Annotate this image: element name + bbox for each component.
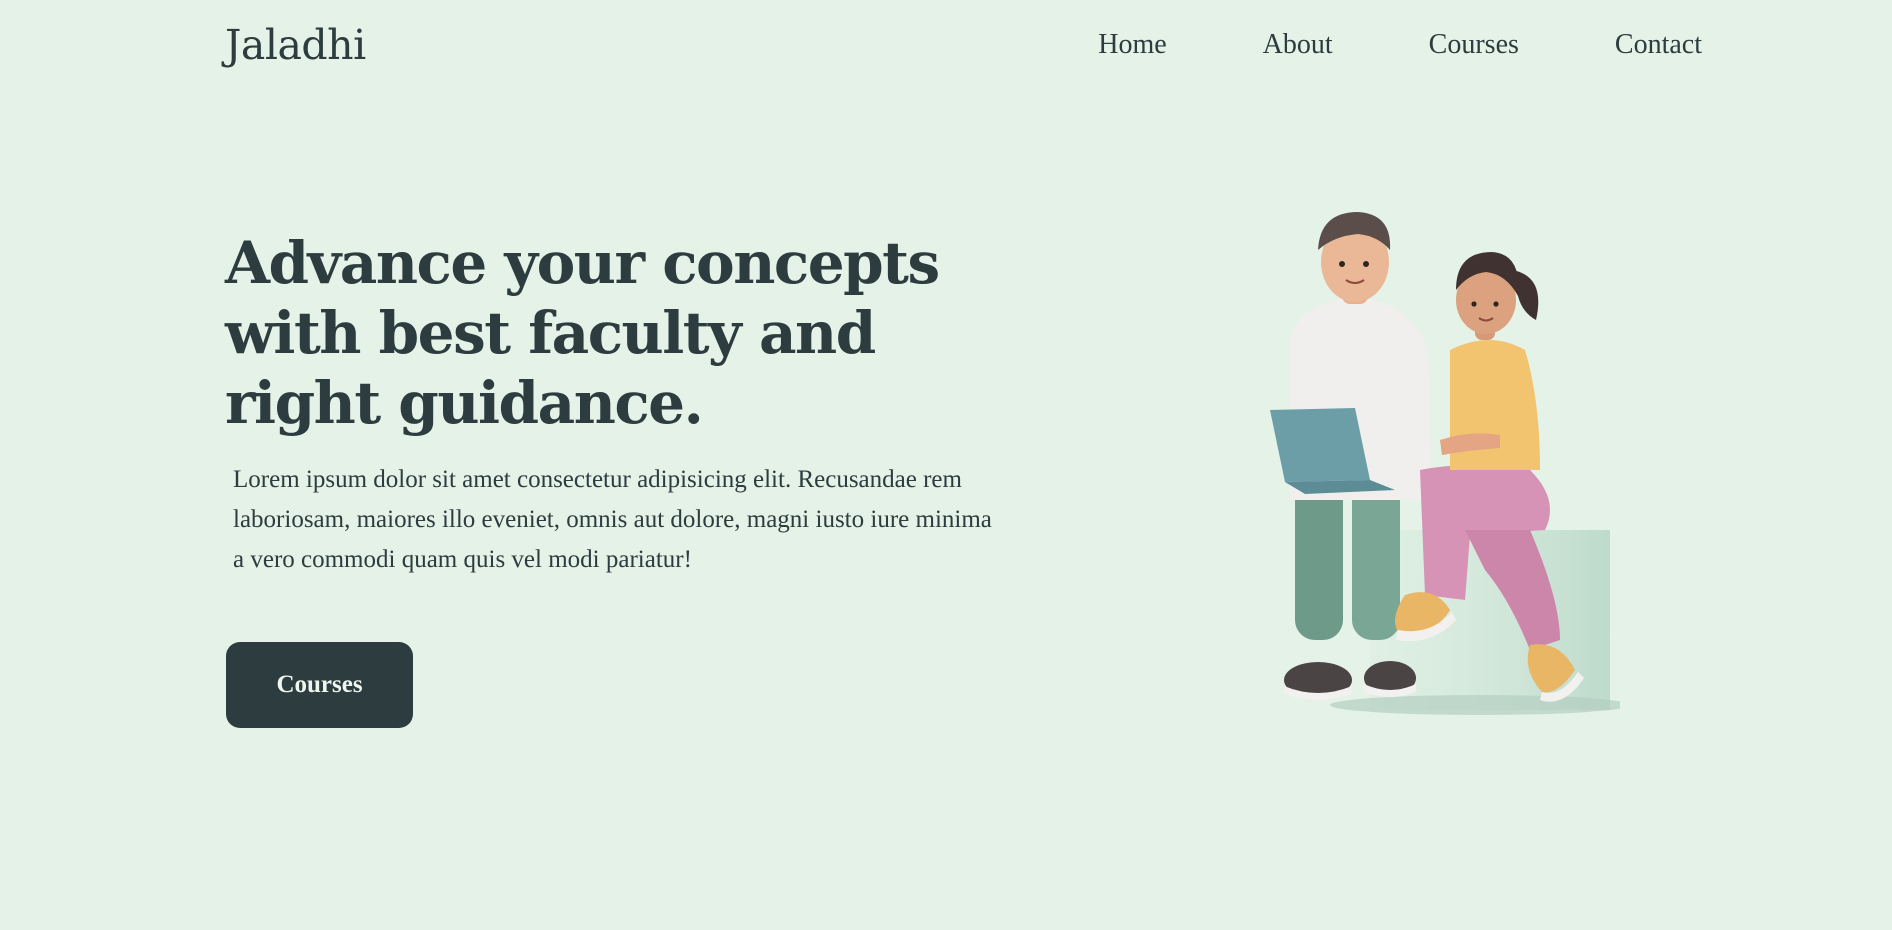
brand-logo[interactable]: Jaladhi (225, 21, 366, 69)
nav-link-home[interactable]: Home (1098, 29, 1166, 61)
students-with-laptop-illustration (1260, 200, 1630, 720)
hero-title: Advance your concepts with best faculty … (225, 229, 940, 437)
nav-link-courses[interactable]: Courses (1429, 29, 1519, 61)
nav-link-contact[interactable]: Contact (1615, 29, 1702, 61)
hero-section: Advance your concepts with best faculty … (225, 228, 1015, 580)
nav-links: Home About Courses Contact (1098, 29, 1702, 61)
navbar: Jaladhi Home About Courses Contact (225, 18, 1702, 72)
courses-button[interactable]: Courses (226, 642, 413, 728)
hero-description: Lorem ipsum dolor sit amet consectetur a… (233, 466, 992, 573)
nav-link-about[interactable]: About (1263, 29, 1333, 61)
